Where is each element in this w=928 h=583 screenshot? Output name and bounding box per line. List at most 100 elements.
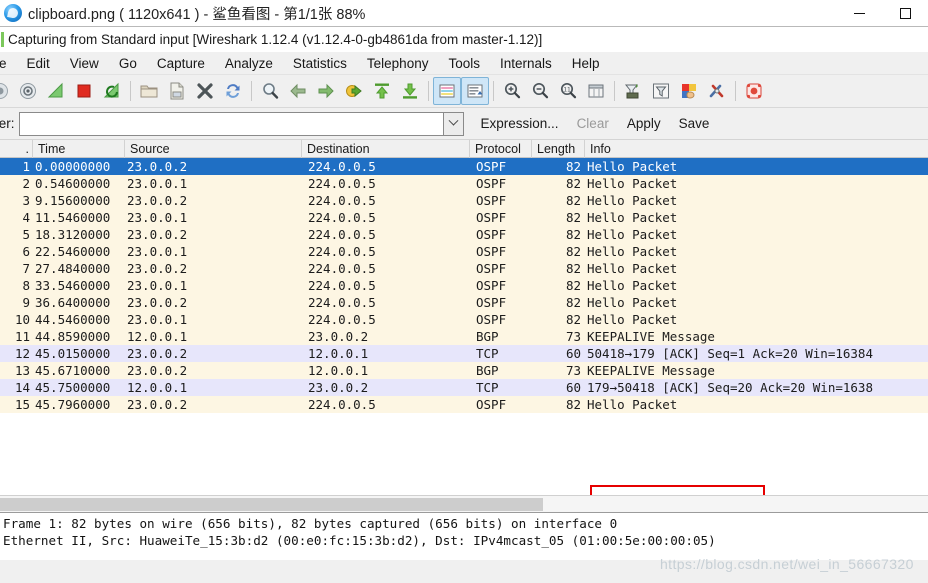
cell-source: 23.0.0.2 [125,346,302,361]
column-header-time[interactable]: Time [33,140,125,158]
cell-destination: 23.0.0.2 [302,380,470,395]
table-row[interactable]: 1044.546000023.0.0.1224.0.0.5OSPF82Hello… [0,311,928,328]
cell-no: 15 [0,397,33,412]
filter-expression-button[interactable]: Expression... [472,114,568,133]
table-row[interactable]: 727.484000023.0.0.2224.0.0.5OSPF82Hello … [0,260,928,277]
menu-go[interactable]: Go [109,54,147,73]
preferences-icon[interactable] [703,77,731,105]
filter-save-button[interactable]: Save [670,114,719,133]
column-header-info[interactable]: Info [585,140,925,158]
detail-line-frame[interactable]: Frame 1: 82 bytes on wire (656 bits), 82… [0,515,928,532]
cell-length: 82 [532,176,585,191]
menu-capture[interactable]: Capture [147,54,215,73]
stop-capture-icon[interactable] [70,77,98,105]
capture-options-icon[interactable] [14,77,42,105]
table-row[interactable]: 622.546000023.0.0.1224.0.0.5OSPF82Hello … [0,243,928,260]
restart-capture-icon[interactable] [98,77,126,105]
filter-input[interactable] [19,112,444,136]
table-row[interactable]: 833.546000023.0.0.1224.0.0.5OSPF82Hello … [0,277,928,294]
display-filters-icon[interactable] [647,77,675,105]
packet-list-hscrollbar[interactable] [0,495,928,512]
menu-view[interactable]: View [60,54,109,73]
table-row[interactable]: 1144.859000012.0.0.123.0.0.2BGP73KEEPALI… [0,328,928,345]
zoom-in-icon[interactable] [498,77,526,105]
menu-statistics[interactable]: Statistics [283,54,357,73]
table-row[interactable]: 39.1560000023.0.0.2224.0.0.5OSPF82Hello … [0,192,928,209]
table-row[interactable]: 936.640000023.0.0.2224.0.0.5OSPF82Hello … [0,294,928,311]
menu-edit[interactable]: Edit [17,54,60,73]
column-header-length[interactable]: Length [532,140,585,158]
coloring-rules-icon[interactable] [675,77,703,105]
menu-telephony[interactable]: Telephony [357,54,439,73]
menu-internals[interactable]: Internals [490,54,562,73]
resize-columns-icon[interactable] [582,77,610,105]
filter-clear-button[interactable]: Clear [568,114,618,133]
cell-protocol: OSPF [470,295,532,310]
go-forward-icon[interactable] [312,77,340,105]
packet-details-pane[interactable]: Frame 1: 82 bytes on wire (656 bits), 82… [0,512,928,560]
shark-viewer-icon [4,4,22,22]
column-header-protocol[interactable]: Protocol [470,140,532,158]
reload-file-icon[interactable] [219,77,247,105]
zoom-out-icon[interactable] [526,77,554,105]
table-row[interactable]: 20.5460000023.0.0.1224.0.0.5OSPF82Hello … [0,175,928,192]
cell-time: 45.7960000 [33,397,125,412]
cell-length: 82 [532,193,585,208]
cell-length: 60 [532,346,585,361]
table-row[interactable]: 1245.015000023.0.0.212.0.0.1TCP6050418→1… [0,345,928,362]
hscrollbar-thumb[interactable] [0,498,543,511]
menu-file[interactable]: le [0,54,17,73]
go-first-packet-icon[interactable] [368,77,396,105]
cell-no: 9 [0,295,33,310]
menu-help[interactable]: Help [562,54,610,73]
cell-destination: 224.0.0.5 [302,159,470,174]
table-row[interactable]: 518.312000023.0.0.2224.0.0.5OSPF82Hello … [0,226,928,243]
cell-length: 73 [532,329,585,344]
go-last-packet-icon[interactable] [396,77,424,105]
packet-list-pane[interactable]: . Time Source Destination Protocol Lengt… [0,140,928,495]
cell-destination: 224.0.0.5 [302,295,470,310]
help-contents-icon[interactable] [740,77,768,105]
table-row[interactable]: 10.0000000023.0.0.2224.0.0.5OSPF82Hello … [0,158,928,175]
go-back-icon[interactable] [284,77,312,105]
start-capture-icon[interactable] [42,77,70,105]
column-header-destination[interactable]: Destination [302,140,470,158]
capture-filters-icon[interactable] [619,77,647,105]
table-row[interactable]: 1345.671000023.0.0.212.0.0.1BGP73KEEPALI… [0,362,928,379]
cell-no: 11 [0,329,33,344]
maximize-button[interactable] [882,0,928,26]
cell-info: Hello Packet [585,312,925,327]
table-row[interactable]: 411.546000023.0.0.1224.0.0.5OSPF82Hello … [0,209,928,226]
detail-line-ethernet[interactable]: Ethernet II, Src: HuaweiTe_15:3b:d2 (00:… [0,532,928,549]
column-header-source[interactable]: Source [125,140,302,158]
window-edge-accent [1,32,4,47]
minimize-button[interactable] [836,0,882,26]
colorize-packet-list-icon[interactable] [433,77,461,105]
auto-scroll-live-capture-icon[interactable] [461,77,489,105]
open-file-icon[interactable] [135,77,163,105]
cell-destination: 12.0.0.1 [302,346,470,361]
cell-no: 4 [0,210,33,225]
filter-apply-button[interactable]: Apply [618,114,670,133]
cell-destination: 224.0.0.5 [302,397,470,412]
cell-length: 82 [532,159,585,174]
zoom-reset-icon[interactable]: 11 [554,77,582,105]
cell-destination: 224.0.0.5 [302,278,470,293]
cell-no: 8 [0,278,33,293]
save-file-icon[interactable] [163,77,191,105]
cell-info: Hello Packet [585,278,925,293]
close-file-icon[interactable] [191,77,219,105]
cell-protocol: BGP [470,329,532,344]
cell-info: 179→50418 [ACK] Seq=20 Ack=20 Win=1638 [585,380,925,395]
go-to-packet-icon[interactable] [340,77,368,105]
list-interfaces-icon[interactable] [0,77,14,105]
cell-source: 12.0.0.1 [125,329,302,344]
find-packet-icon[interactable] [256,77,284,105]
filter-history-dropdown[interactable] [444,112,464,136]
cell-no: 14 [0,380,33,395]
menu-tools[interactable]: Tools [438,54,490,73]
menu-analyze[interactable]: Analyze [215,54,283,73]
column-header-no[interactable]: . [0,140,33,158]
table-row[interactable]: 1445.750000012.0.0.123.0.0.2TCP60179→504… [0,379,928,396]
table-row[interactable]: 1545.796000023.0.0.2224.0.0.5OSPF82Hello… [0,396,928,413]
